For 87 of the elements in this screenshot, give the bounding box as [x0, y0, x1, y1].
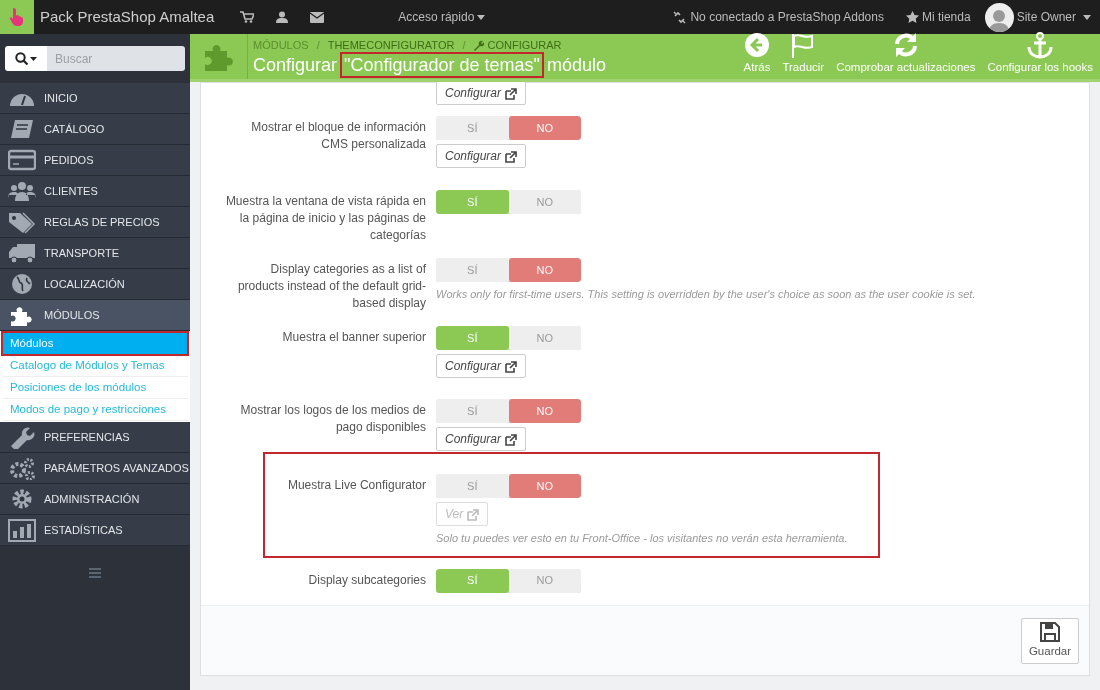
toolbar-button[interactable]: Configurar los hooks [983, 32, 1097, 74]
switch-option[interactable]: SÍ [436, 568, 509, 593]
configure-button[interactable]: Configurar [436, 354, 527, 378]
sidebar-item[interactable]: ADMINISTRACIÓN [0, 484, 190, 515]
cart-icon[interactable] [240, 11, 255, 23]
setting-label: Mostrar los logos de los medios de pago disponibles [240, 403, 426, 434]
quick-access-menu[interactable]: Acceso rápido [398, 8, 486, 26]
wrench-icon [473, 40, 485, 51]
sidebar-item[interactable]: PARÁMETROS AVANZADOS [0, 453, 190, 484]
switch-option[interactable]: SÍ [436, 190, 509, 214]
star-icon [905, 11, 919, 23]
my-shop-link[interactable]: Mi tienda [921, 8, 971, 26]
hand-pointer-icon [9, 7, 25, 27]
external-link-icon [504, 86, 518, 100]
external-link-icon [504, 432, 518, 446]
save-button[interactable]: Guardar [1021, 617, 1079, 664]
setting-label: Muestra la ventana de vista rápida en la página de inicio y las páginas de categorías [225, 194, 426, 242]
addons-status-link[interactable]: No conectado a PrestaShop Addons [690, 8, 884, 26]
toolbar-button[interactable]: Atrás [739, 32, 775, 74]
sidebar-item[interactable]: PREFERENCIAS [0, 422, 190, 453]
toggle-switch[interactable]: SÍ NO [436, 116, 581, 140]
switch-option[interactable]: NO [508, 116, 581, 140]
breadcrumb-separator: / [316, 38, 320, 54]
page-title: "Configurador de temas" [342, 53, 542, 76]
help-text: Works only for first-time users. This setting is overridden by the user's choice as soon as the user cookie is set. [436, 287, 976, 302]
anchor-icon [1027, 32, 1054, 59]
help-text: Solo tu puedes ver esto en tu Front-Office - los visitantes no verán esta herramienta. [436, 531, 848, 546]
gears-icon [8, 456, 36, 480]
toggle-switch[interactable]: SÍ NO [436, 258, 581, 282]
breadcrumb-link[interactable]: THEMECONFIGURATOR [327, 37, 455, 54]
sidebar-item[interactable]: INICIO [0, 83, 190, 114]
caret-icon [477, 14, 486, 20]
submenu-item[interactable]: Catalogo de Módulos y Temas [2, 355, 188, 377]
configure-button[interactable]: Configurar [436, 82, 527, 105]
page-title: módulo [546, 53, 606, 76]
submenu-item[interactable]: Posiciones de los módulos [2, 377, 188, 399]
refresh-icon [892, 32, 919, 59]
toggle-switch[interactable]: SÍ NO [436, 326, 581, 350]
shop-name[interactable]: Pack PrestaShop Amaltea [40, 5, 215, 29]
setting-label: Display categories as a list of products instead of the default grid-based display [237, 262, 426, 310]
toolbar-button[interactable]: Traducir [778, 32, 829, 74]
tag-icon [8, 210, 36, 234]
external-link-icon [504, 359, 518, 373]
configure-button[interactable]: Configurar [436, 144, 527, 168]
users-icon [8, 179, 36, 203]
caret-icon [30, 56, 37, 61]
switch-option[interactable]: NO [508, 258, 581, 282]
submenu-item[interactable]: Modos de pago y restricciones [2, 399, 188, 421]
breadcrumb-separator: / [462, 38, 466, 54]
truck-icon [8, 241, 36, 265]
setting-label: Display subcategories [308, 572, 426, 587]
broken-link-icon [673, 10, 687, 24]
sidebar-item[interactable]: CATÁLOGO [0, 114, 190, 145]
toggle-switch[interactable]: SÍ NO [436, 474, 581, 498]
configure-button[interactable]: Configurar [436, 427, 527, 451]
toggle-switch[interactable]: SÍ NO [436, 190, 581, 214]
sidebar-item[interactable]: TRANSPORTE [0, 238, 190, 269]
sidebar-item[interactable]: MÓDULOS [0, 300, 190, 331]
logo-tile[interactable] [0, 0, 34, 34]
page-title: Configurar [253, 53, 338, 76]
sidebar-item[interactable]: CLIENTES [0, 176, 190, 207]
credit-card-icon [8, 148, 36, 172]
breadcrumb-link[interactable]: MÓDULOS [253, 37, 309, 54]
search-icon[interactable] [15, 52, 28, 65]
setting-label: Muestra Live Configurator [287, 478, 426, 492]
sidebar-item[interactable]: REGLAS DE PRECIOS [0, 207, 190, 238]
toggle-switch[interactable]: SÍ NO [436, 399, 581, 423]
toolbar-button[interactable]: Comprobar actualizaciones [832, 32, 980, 74]
book-icon [8, 117, 36, 141]
user-icon[interactable] [276, 11, 289, 23]
switch-option[interactable]: SÍ [436, 326, 509, 350]
setting-label: Mostrar el bloque de información CMS personalizada [251, 120, 426, 151]
toggle-switch[interactable]: SÍ NO [436, 568, 581, 593]
external-link-icon [466, 507, 480, 521]
user-menu[interactable]: Site Owner [984, 2, 1091, 32]
switch-option[interactable]: NO [508, 399, 581, 423]
external-link-icon [504, 149, 518, 163]
submenu-item[interactable]: Módulos [2, 332, 188, 355]
sidebar-item[interactable]: PEDIDOS [0, 145, 190, 176]
envelope-icon[interactable] [310, 11, 325, 23]
switch-option[interactable]: NO [508, 474, 581, 498]
sidebar-item[interactable]: LOCALIZACIÓN [0, 269, 190, 300]
caret-icon [1083, 14, 1091, 20]
bar-chart-icon [8, 518, 36, 542]
breadcrumb-link[interactable]: CONFIGURAR [473, 37, 562, 54]
sidebar-item[interactable]: ESTADÍSTICAS [0, 515, 190, 546]
setting-label: Muestra el banner superior [282, 330, 426, 344]
